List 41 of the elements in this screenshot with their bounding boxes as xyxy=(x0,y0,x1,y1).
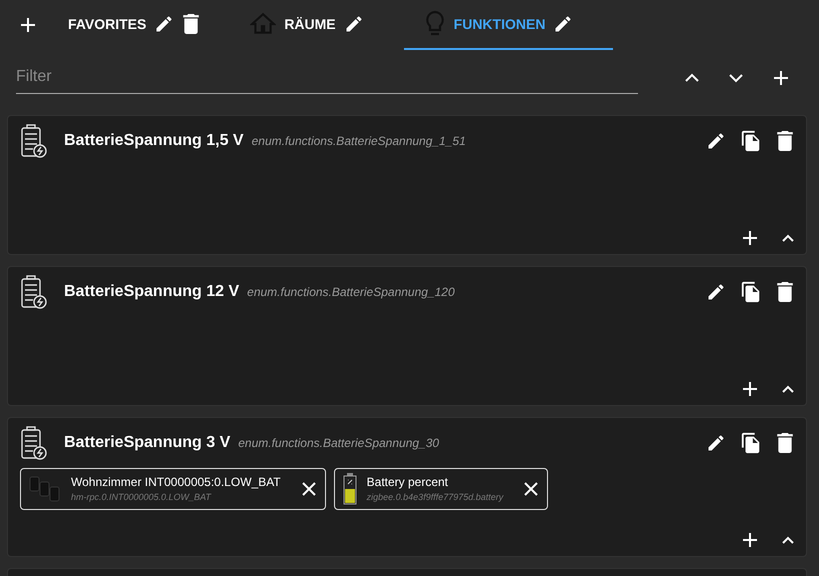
member-id: hm-rpc.0.INT0000005.0.LOW_BAT xyxy=(71,491,212,504)
collapse-icon[interactable] xyxy=(782,385,794,393)
copy-icon[interactable] xyxy=(740,130,762,152)
collapse-icon[interactable] xyxy=(782,234,794,242)
member-id: zigbee.0.b4e3f9fffe77975d.battery xyxy=(366,491,504,504)
delete-icon[interactable] xyxy=(776,281,794,303)
add-icon[interactable] xyxy=(742,532,758,548)
delete-icon[interactable] xyxy=(776,130,794,152)
tab[interactable]: RÄUME xyxy=(240,0,374,50)
member-name: Battery percent xyxy=(366,474,450,492)
remove-icon[interactable] xyxy=(300,481,317,497)
lightbulb-icon xyxy=(424,10,446,38)
add-icon[interactable] xyxy=(742,230,758,246)
tab[interactable]: FAVORITES xyxy=(58,0,210,50)
battery-icon xyxy=(20,275,48,309)
edit-icon[interactable] xyxy=(344,14,364,34)
edit-icon[interactable] xyxy=(154,14,174,34)
remove-icon[interactable] xyxy=(523,481,540,497)
tab[interactable]: FUNKTIONEN xyxy=(404,0,614,50)
group-name: BatterieSpannung 3 V xyxy=(64,433,230,453)
group-id: enum.functions.BatterieSpannung_1_51 xyxy=(252,133,466,150)
edit-icon[interactable] xyxy=(553,14,574,34)
copy-icon[interactable] xyxy=(740,432,762,454)
group-id: enum.functions.BatterieSpannung_30 xyxy=(238,435,440,452)
delete-icon[interactable] xyxy=(776,432,794,454)
delete-icon[interactable] xyxy=(182,14,200,34)
add-icon[interactable] xyxy=(773,70,789,86)
filter-field[interactable]: Filter xyxy=(16,61,638,94)
battery-icon xyxy=(20,426,48,460)
collapse-icon[interactable] xyxy=(782,536,794,544)
add-icon[interactable] xyxy=(742,381,758,397)
device-icon xyxy=(29,475,61,503)
group-name: BatterieSpannung 1,5 V xyxy=(64,131,244,151)
copy-icon[interactable] xyxy=(740,281,762,303)
group-id: enum.functions.BatterieSpannung_120 xyxy=(247,284,455,301)
member-name: Wohnzimmer INT0000005:0.LOW_BAT xyxy=(71,474,281,492)
battery-icon xyxy=(342,473,357,505)
house-icon xyxy=(250,11,276,37)
battery-icon xyxy=(20,124,48,158)
group-name: BatterieSpannung 12 V xyxy=(64,282,240,302)
add-icon[interactable] xyxy=(20,17,36,33)
